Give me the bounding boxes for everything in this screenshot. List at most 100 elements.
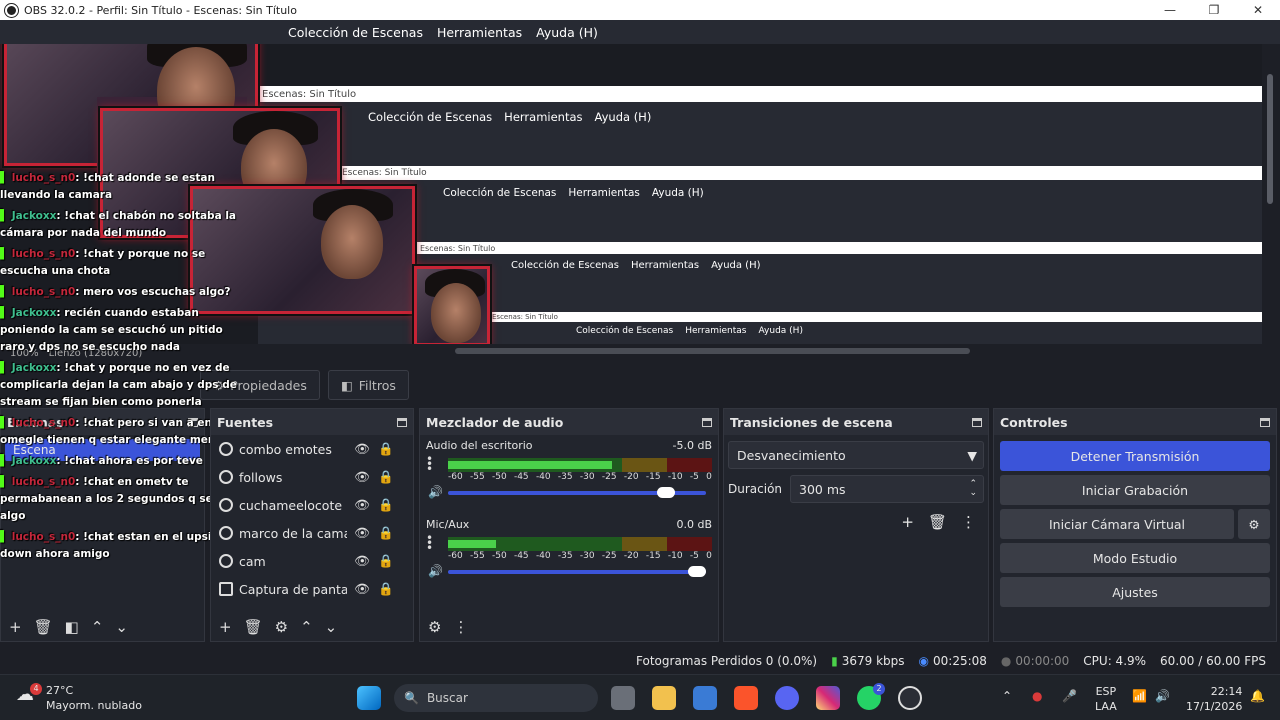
start-virtual-camera-button[interactable]: Iniciar Cámara Virtual <box>1000 509 1234 539</box>
more-options-icon[interactable]: ⋮ <box>961 513 976 531</box>
tray-app-icon[interactable]: ● <box>1032 689 1042 703</box>
trash-icon[interactable]: 🗑 <box>244 618 263 636</box>
sources-dock: Fuentes combo emotes 👁 🔒 follows 👁 🔒 cuchame… <box>210 408 414 642</box>
virtual-camera-settings-gear-icon[interactable]: ⚙ <box>1238 509 1270 539</box>
transition-select[interactable]: Desvanecimiento ▼ <box>728 441 984 469</box>
menu-tools[interactable]: Herramientas <box>437 25 522 40</box>
eye-icon[interactable]: 👁 <box>353 525 371 541</box>
maximize-button[interactable]: ❐ <box>1192 0 1236 20</box>
stream-time: 00:25:08 <box>933 654 987 668</box>
channel-name: Mic/Aux <box>426 518 470 531</box>
volume-slider[interactable]: 🔊 <box>428 564 706 579</box>
eye-icon[interactable]: 👁 <box>353 581 371 597</box>
file-explorer-icon[interactable] <box>652 686 676 710</box>
eye-icon[interactable]: 👁 <box>353 441 371 457</box>
arrow-up-icon[interactable]: ⌃ <box>91 618 104 636</box>
volume-icon[interactable]: 🔊 <box>1155 689 1170 703</box>
lock-icon[interactable]: 🔒 <box>377 469 395 485</box>
eye-icon[interactable]: 👁 <box>353 469 371 485</box>
undock-icon[interactable] <box>397 417 407 427</box>
settings-button[interactable]: Ajustes <box>1000 577 1270 607</box>
meter-tick-label: -60 <box>448 472 463 482</box>
instagram-icon[interactable] <box>816 686 840 710</box>
advanced-audio-gear-icon[interactable]: ⚙ <box>428 618 441 636</box>
more-options-icon[interactable]: ⋮ <box>453 618 468 636</box>
more-options-icon[interactable]: • • • <box>426 453 433 475</box>
eye-icon[interactable]: 👁 <box>353 497 371 513</box>
lock-icon[interactable]: 🔒 <box>377 581 395 597</box>
nested-preview-3: Escenas: Sin Título Colección de Escenas… <box>416 242 1262 344</box>
arrow-down-icon[interactable]: ⌄ <box>115 618 128 636</box>
chat-message: ▌ Jackoxx: recién cuando estaban poniend… <box>0 307 223 353</box>
undock-icon[interactable] <box>702 417 712 427</box>
stop-streaming-button[interactable]: Detener Transmisión <box>1000 441 1270 471</box>
store-icon[interactable] <box>693 686 717 710</box>
controls-dock: Controles Detener Transmisión Iniciar Gr… <box>993 408 1277 642</box>
lock-icon[interactable]: 🔒 <box>377 497 395 513</box>
start-button[interactable] <box>357 686 381 710</box>
eye-icon[interactable]: 👁 <box>353 553 371 569</box>
language-indicator[interactable]: ESP LAA <box>1095 684 1117 714</box>
source-item[interactable]: combo emotes 👁 🔒 <box>211 435 413 463</box>
trash-icon[interactable]: 🗑 <box>34 618 53 636</box>
clock[interactable]: 22:14 17/1/2026 <box>1186 684 1242 714</box>
studio-mode-button[interactable]: Modo Estudio <box>1000 543 1270 573</box>
source-item[interactable]: cuchameelocote 👁 🔒 <box>211 491 413 519</box>
filter-icon[interactable]: ◧ <box>65 618 79 636</box>
chat-message: ▌ lucho_s_n0: !chat y porque no se escuc… <box>0 248 206 277</box>
add-icon[interactable]: + <box>901 513 914 531</box>
undock-icon[interactable] <box>972 417 982 427</box>
chat-message: ▌ Jackoxx: !chat y porque no en vez de c… <box>0 362 237 408</box>
minimize-button[interactable]: — <box>1148 0 1192 20</box>
source-item[interactable]: follows 👁 🔒 <box>211 463 413 491</box>
menu-help[interactable]: Ayuda (H) <box>536 25 598 40</box>
taskbar: ☁ 4 27°C Mayorm. nublado 🔍 Buscar 2 ⌃ ● 🎤 … <box>0 674 1280 720</box>
gear-icon[interactable]: ⚙ <box>275 618 288 636</box>
filters-tab[interactable]: ◧ Filtros <box>327 370 409 400</box>
brave-browser-icon[interactable] <box>734 686 758 710</box>
transitions-dock: Transiciones de escena Desvanecimiento ▼ … <box>723 408 989 642</box>
notifications-icon[interactable]: 🔔 <box>1250 689 1265 703</box>
wifi-icon[interactable]: 📶 <box>1132 689 1147 703</box>
discord-icon[interactable] <box>775 686 799 710</box>
spin-arrows-icon[interactable]: ⌃ ⌄ <box>969 480 977 498</box>
task-view-icon[interactable] <box>611 686 635 710</box>
more-options-icon[interactable]: • • • <box>426 532 433 554</box>
arrow-down-icon[interactable]: ⌄ <box>325 618 338 636</box>
add-icon[interactable]: + <box>9 618 22 636</box>
preview-vertical-scrollbar[interactable] <box>1262 44 1280 344</box>
arrow-up-icon[interactable]: ⌃ <box>300 618 313 636</box>
microphone-icon[interactable]: 🎤 <box>1062 689 1077 703</box>
start-recording-button[interactable]: Iniciar Grabación <box>1000 475 1270 505</box>
weather-widget[interactable]: ☁ 4 27°C Mayorm. nublado <box>16 683 142 713</box>
source-item[interactable]: cam 👁 🔒 <box>211 547 413 575</box>
controls-title: Controles <box>1000 414 1068 430</box>
undock-icon[interactable] <box>1260 417 1270 427</box>
filter-icon: ◧ <box>340 377 353 393</box>
search-box[interactable]: 🔍 Buscar <box>394 684 598 712</box>
meter-tick-label: -20 <box>623 551 639 561</box>
sources-title: Fuentes <box>217 414 274 430</box>
menu-scene-collection[interactable]: Colección de Escenas <box>288 25 423 40</box>
lock-icon[interactable]: 🔒 <box>377 553 395 569</box>
duration-input[interactable]: 300 ms ⌃ ⌄ <box>790 475 984 503</box>
chevron-up-icon[interactable]: ⌃ <box>1002 689 1012 703</box>
channel-db: 0.0 dB <box>676 518 712 531</box>
speaker-icon[interactable]: 🔊 <box>428 564 443 578</box>
meter-tick-label: -35 <box>557 551 573 561</box>
monitor-icon <box>219 582 233 596</box>
source-label: follows <box>239 469 283 485</box>
source-item[interactable]: marco de la camara 👁 🔒 <box>211 519 413 547</box>
obs-logo-icon <box>5 3 18 17</box>
volume-slider[interactable]: 🔊 <box>428 485 706 500</box>
obs-taskbar-icon[interactable] <box>898 686 922 710</box>
source-item[interactable]: Captura de pantalla 👁 🔒 <box>211 575 413 603</box>
meter-tick-label: -25 <box>601 551 617 561</box>
close-button[interactable]: ✕ <box>1236 0 1280 20</box>
lock-icon[interactable]: 🔒 <box>377 441 395 457</box>
speaker-icon[interactable]: 🔊 <box>428 485 443 499</box>
add-icon[interactable]: + <box>219 618 232 636</box>
lock-icon[interactable]: 🔒 <box>377 525 395 541</box>
preview-horizontal-scrollbar[interactable] <box>455 348 970 354</box>
trash-icon[interactable]: 🗑 <box>928 513 947 531</box>
